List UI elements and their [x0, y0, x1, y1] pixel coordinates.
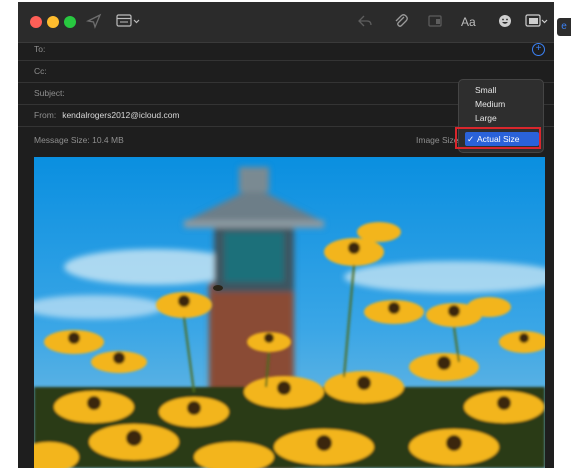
cc-label: Cc: [34, 66, 47, 76]
zoom-window-button[interactable] [64, 16, 76, 28]
to-field[interactable]: To: + [18, 39, 554, 61]
format-icon[interactable]: Aa [461, 13, 476, 31]
emoji-icon[interactable] [497, 13, 513, 29]
minimize-window-button[interactable] [47, 16, 59, 28]
reply-icon[interactable] [357, 13, 373, 29]
attachment-icon[interactable] [393, 13, 409, 29]
side-tab[interactable]: e [557, 18, 571, 36]
image-size-option-medium[interactable]: Medium [475, 99, 505, 109]
to-label: To: [34, 44, 46, 54]
from-value[interactable]: kendalrogers2012@icloud.com [62, 110, 179, 120]
header-fields-icon[interactable] [116, 13, 142, 29]
photo-browser-icon[interactable] [427, 13, 443, 29]
inline-photo [34, 157, 545, 468]
toolbar: Aa [18, 2, 554, 43]
image-size-option-small[interactable]: Small [475, 85, 496, 95]
image-size-label: Image Size [416, 135, 459, 145]
add-contact-icon[interactable]: + [532, 43, 545, 56]
from-label: From: [34, 110, 57, 120]
image-size-option-large[interactable]: Large [475, 113, 497, 123]
subject-label: Subject: [34, 88, 65, 98]
mail-compose-window: Aa To: + Cc: Subject: From: kendalrogers2… [18, 2, 554, 468]
annotation-highlight-box [455, 127, 541, 149]
flower-photo-image [34, 157, 545, 468]
message-size-label: Message Size: 10.4 MB [34, 135, 124, 145]
photo-insert-icon[interactable] [525, 13, 551, 29]
close-window-button[interactable] [30, 16, 42, 28]
send-icon[interactable] [86, 13, 102, 29]
